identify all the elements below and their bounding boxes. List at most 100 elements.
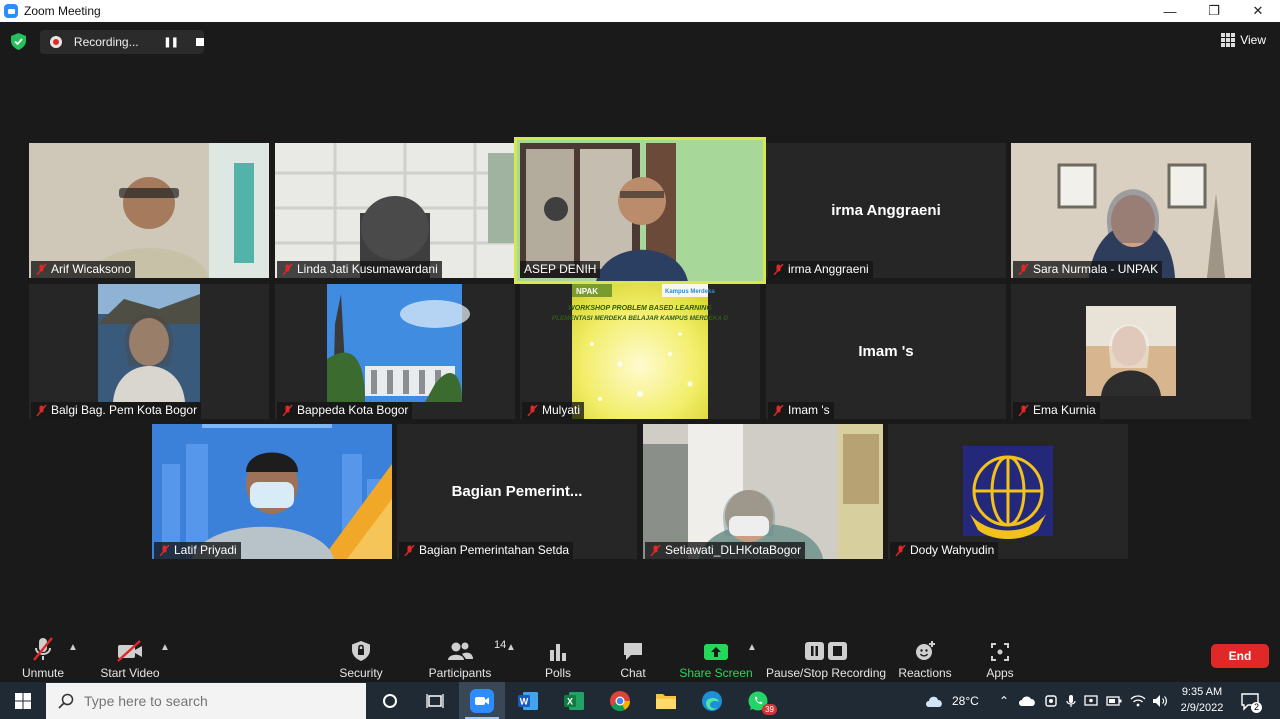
recording-indicator: Recording... ❚❚	[40, 30, 204, 54]
apps-button[interactable]: Apps	[980, 628, 1020, 682]
taskbar-edge-app[interactable]	[689, 682, 735, 719]
participant-tile-asep-denih[interactable]: ASEP DENIH	[514, 137, 766, 284]
participant-tile-setiawati-dlhkotabogor[interactable]: Setiawati_DLHKotaBogor	[643, 424, 883, 559]
window-title: Zoom Meeting	[24, 4, 101, 18]
participant-name: Bappeda Kota Bogor	[297, 403, 409, 417]
minimize-button[interactable]: —	[1148, 0, 1192, 22]
taskbar-search-box[interactable]	[46, 683, 366, 719]
restore-button[interactable]: ❐	[1192, 0, 1236, 22]
participant-video	[643, 424, 883, 559]
reactions-smiley-icon	[916, 641, 935, 660]
security-button[interactable]: Security	[336, 628, 386, 682]
taskbar-file-explorer-app[interactable]	[643, 682, 689, 719]
share-screen-button[interactable]: Share Screen	[679, 628, 753, 682]
weather-widget[interactable]: 28°C	[924, 682, 979, 719]
participant-video	[1011, 143, 1251, 278]
recording-label: Recording...	[73, 35, 139, 49]
participant-tile-arif-wicaksono[interactable]: Arif Wicaksono	[29, 143, 269, 278]
microphone-tray-icon[interactable]	[1066, 694, 1076, 708]
close-button[interactable]: ✕	[1236, 0, 1280, 22]
mic-muted-icon	[282, 264, 293, 275]
taskbar-word-app[interactable]: W	[505, 682, 551, 719]
start-video-button[interactable]: Start Video	[98, 628, 162, 682]
slide-title: WORKSHOP PROBLEM BASED LEARNING	[568, 305, 712, 312]
screen-share-tray-icon[interactable]	[1084, 694, 1098, 708]
mic-muted-icon	[282, 405, 293, 416]
wifi-icon[interactable]	[1130, 694, 1146, 708]
participant-name-tag: Latif Priyadi	[154, 542, 241, 559]
participant-tile-bappeda-kota-bogor[interactable]: Bappeda Kota Bogor	[275, 284, 515, 419]
polls-button[interactable]: Polls	[538, 628, 578, 682]
participant-tile-ema-kurnia[interactable]: Ema Kurnia	[1011, 284, 1251, 419]
taskbar-clock[interactable]: 9:35 AM 2/9/2022	[1172, 684, 1232, 716]
onedrive-cloud-icon[interactable]	[1018, 695, 1036, 707]
show-hidden-icons-chevron-icon[interactable]: ⌃	[994, 694, 1014, 708]
end-meeting-button[interactable]: End	[1211, 644, 1269, 668]
excel-app-icon: X	[564, 691, 584, 710]
view-button[interactable]: View	[1221, 33, 1266, 47]
video-options-chevron-icon[interactable]: ▲	[160, 642, 170, 653]
apps-icon	[991, 643, 1009, 661]
mic-muted-icon	[773, 405, 784, 416]
notification-count: 2	[1250, 702, 1262, 713]
participant-name-tag: Ema Kurnia	[1013, 402, 1100, 419]
participant-tile-imam-s[interactable]: Imam 's Imam 's	[766, 284, 1006, 419]
participants-count: 14	[494, 639, 507, 651]
volume-icon[interactable]	[1152, 694, 1168, 708]
chat-button[interactable]: Chat	[613, 628, 653, 682]
participants-label: Participants	[428, 666, 492, 680]
polls-bar-chart-icon	[550, 644, 566, 661]
svg-text:X: X	[567, 696, 573, 706]
mic-muted-icon	[650, 545, 661, 556]
participant-video	[29, 284, 269, 419]
participant-name: Dody Wahyudin	[910, 543, 995, 557]
participants-button[interactable]: 14 Participants	[428, 628, 507, 682]
participant-tile-balgi-bag-pem-kota-bogor[interactable]: Balgi Bag. Pem Kota Bogor	[29, 284, 269, 419]
reactions-button[interactable]: Reactions	[898, 628, 952, 682]
system-tray: ⌃	[994, 682, 1168, 719]
participant-tile-sara-nurmala[interactable]: Sara Nurmala - UNPAK	[1011, 143, 1251, 278]
taskbar-excel-app[interactable]: X	[551, 682, 597, 719]
pause-stop-recording-label: Pause/Stop Recording	[765, 666, 887, 680]
participants-options-chevron-icon[interactable]: ▲	[506, 642, 516, 653]
taskbar-chrome-app[interactable]	[597, 682, 643, 719]
audio-options-chevron-icon[interactable]: ▲	[68, 642, 78, 653]
participant-tile-dody-wahyudin[interactable]: Dody Wahyudin	[888, 424, 1128, 559]
slide-subtitle: PLEMENTASI MERDEKA BELAJAR KAMPUS MERDEK…	[552, 315, 729, 322]
participant-logo	[888, 424, 1128, 559]
participant-name-tag: Mulyati	[522, 402, 585, 419]
cortana-button[interactable]	[367, 682, 413, 719]
participant-tile-irma-anggraeni[interactable]: irma Anggraeni irma Anggraeni	[766, 143, 1006, 278]
pause-stop-recording-button[interactable]: Pause/Stop Recording	[765, 628, 887, 682]
participant-name: irma Anggraeni	[788, 262, 869, 276]
encryption-shield-icon[interactable]	[11, 33, 26, 50]
participant-tile-bagian-pemerintahan-setda[interactable]: Bagian Pemerint... Bagian Pemerintahan S…	[397, 424, 637, 559]
zoom-app-icon	[4, 4, 18, 18]
window-titlebar: Zoom Meeting — ❐ ✕	[0, 0, 1280, 22]
word-app-icon: W	[518, 691, 538, 710]
mic-muted-icon	[773, 264, 784, 275]
unmute-button[interactable]: Unmute	[16, 628, 70, 682]
camera-tray-icon[interactable]	[1044, 694, 1058, 708]
grid-view-icon	[1221, 33, 1236, 47]
svg-text:W: W	[520, 696, 529, 706]
search-input[interactable]	[84, 693, 344, 709]
taskbar-zoom-app[interactable]	[459, 682, 505, 719]
notification-center-button[interactable]: 2	[1240, 691, 1262, 713]
stop-recording-icon[interactable]	[196, 38, 204, 46]
clock-time: 9:35 AM	[1181, 686, 1223, 698]
pause-recording-icon[interactable]: ❚❚	[163, 37, 179, 48]
share-options-chevron-icon[interactable]: ▲	[747, 642, 757, 653]
task-view-button[interactable]	[412, 682, 458, 719]
participant-tile-linda-jati-kusumawardani[interactable]: Linda Jati Kusumawardani	[275, 143, 515, 278]
battery-icon[interactable]	[1106, 695, 1122, 707]
participant-video	[275, 143, 515, 278]
participant-name: ASEP DENIH	[524, 262, 597, 276]
participant-name-tag: Imam 's	[768, 402, 834, 419]
participant-tile-latif-priyadi[interactable]: Latif Priyadi	[152, 424, 392, 559]
participant-name: Setiawati_DLHKotaBogor	[665, 543, 802, 557]
start-button[interactable]	[0, 682, 45, 719]
start-video-label: Start Video	[100, 666, 160, 680]
participant-tile-mulyati[interactable]: NPAK Kampus Merdeka WORKSHOP PROBLEM BAS…	[520, 284, 760, 419]
taskbar-whatsapp-app[interactable]: 39	[735, 682, 781, 719]
